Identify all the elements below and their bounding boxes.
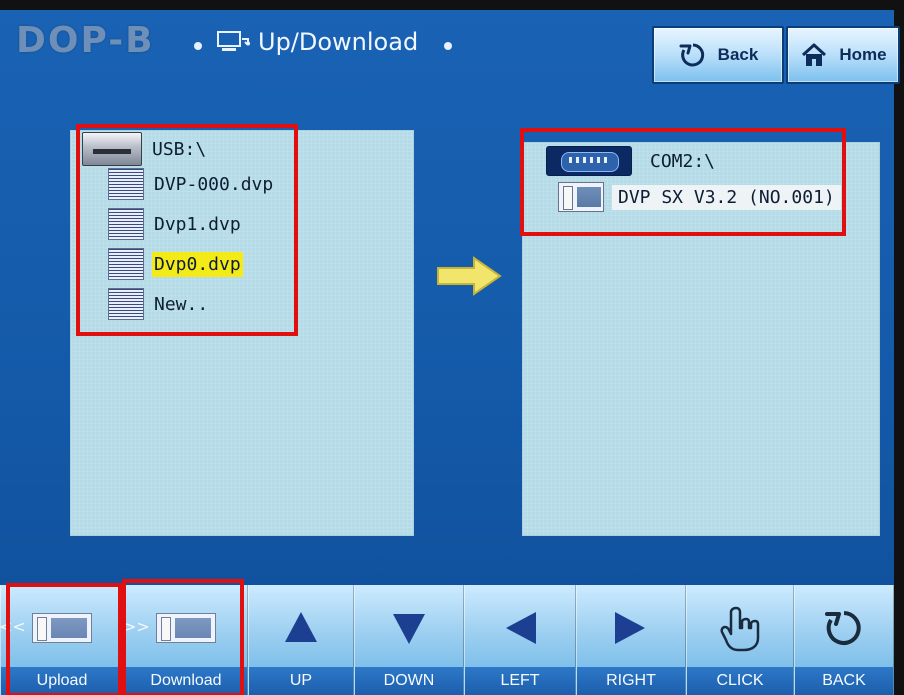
home-button[interactable]: Home <box>786 26 900 84</box>
home-button-label: Home <box>839 45 887 64</box>
left-arrow-icon <box>506 612 536 644</box>
title-bullet-right <box>444 42 452 50</box>
title-bullet-left <box>194 42 202 50</box>
brand-logo: DOP-B <box>16 20 155 61</box>
transfer-arrow-icon <box>437 256 502 296</box>
computer-transfer-icon <box>217 31 250 51</box>
back-button[interactable]: Back <box>652 26 784 84</box>
right-arrow-icon <box>615 612 645 644</box>
back-toolbar-label: BACK <box>795 667 893 695</box>
up-button[interactable]: UP <box>248 585 354 695</box>
hmi-screen: DOP-B Up/Download Back Home USB:\ DVP-00… <box>0 0 904 695</box>
right-label: RIGHT <box>577 667 685 695</box>
down-button[interactable]: DOWN <box>354 585 464 695</box>
down-label: DOWN <box>355 667 463 695</box>
click-button[interactable]: CLICK <box>686 585 794 695</box>
click-label: CLICK <box>687 667 793 695</box>
bottom-toolbar: << Upload >> Download UP DOWN LEFT RIGHT… <box>0 579 904 695</box>
down-arrow-icon <box>393 614 425 644</box>
right-button[interactable]: RIGHT <box>576 585 686 695</box>
back-button-label: Back <box>717 45 759 64</box>
page-title: Up/Download <box>258 28 419 56</box>
left-button[interactable]: LEFT <box>464 585 576 695</box>
back-toolbar-button[interactable]: BACK <box>794 585 894 695</box>
usb-files-highlight <box>76 124 298 336</box>
left-label: LEFT <box>465 667 575 695</box>
upload-highlight <box>6 583 122 695</box>
hand-click-icon <box>720 606 760 652</box>
back-refresh-icon <box>679 43 704 67</box>
up-arrow-icon <box>285 612 317 642</box>
home-icon <box>802 43 827 66</box>
back-refresh-icon <box>825 611 861 645</box>
up-label: UP <box>249 667 353 695</box>
bezel-top <box>0 0 904 10</box>
download-highlight <box>122 579 244 695</box>
com-device-highlight <box>520 128 846 236</box>
